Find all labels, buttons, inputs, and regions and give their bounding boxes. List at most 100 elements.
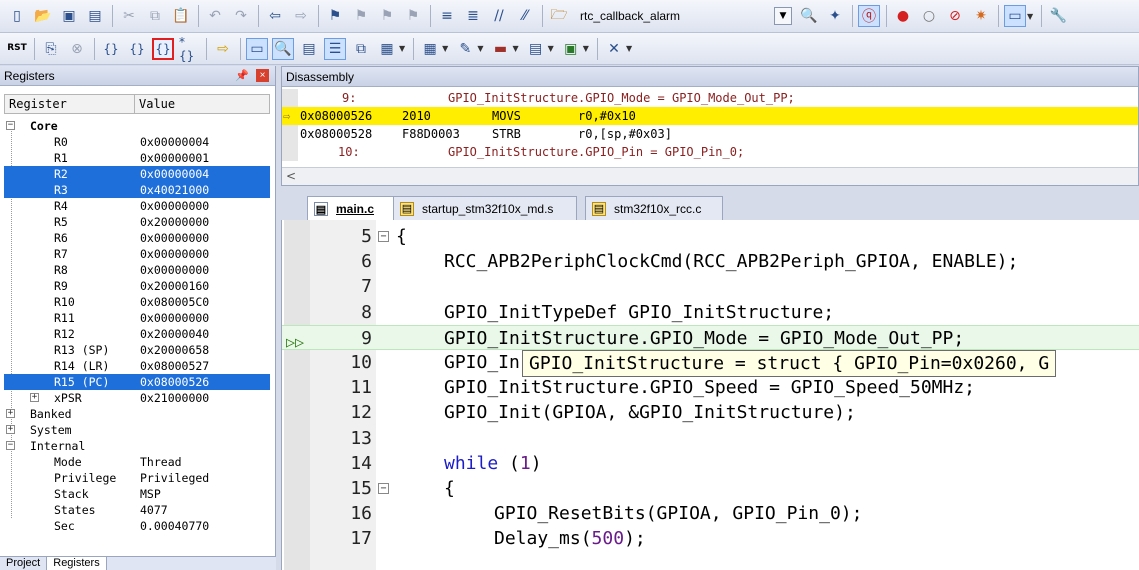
column-header-value[interactable]: Value: [135, 95, 175, 113]
navigate-back-icon[interactable]: ⇦: [264, 5, 286, 27]
register-value[interactable]: 0x00000001: [140, 151, 209, 165]
paste-icon[interactable]: 📋: [170, 5, 192, 27]
disassembly-listing[interactable]: 9: GPIO_InitStructure.GPIO_Mode = GPIO_M…: [282, 89, 1138, 161]
command-window-icon[interactable]: ▭: [246, 37, 268, 60]
register-value[interactable]: 0x00000000: [140, 263, 209, 277]
register-row[interactable]: R8 0x00000000: [4, 262, 270, 278]
chevron-down-icon[interactable]: ▼: [626, 44, 632, 53]
code-line[interactable]: 9 ▷▷ GPIO_InitStructure.GPIO_Mode = GPIO_M…: [282, 324, 1139, 351]
register-row[interactable]: R11 0x00000000: [4, 310, 270, 326]
chevron-down-icon[interactable]: ▼: [512, 44, 518, 53]
register-value[interactable]: 0x20000040: [140, 327, 209, 341]
window-layout-icon[interactable]: ▭: [1004, 5, 1026, 27]
reset-button[interactable]: RST: [6, 38, 28, 60]
bookmark-icon[interactable]: ⚑: [324, 5, 346, 27]
save-all-icon[interactable]: ▤: [84, 5, 106, 27]
chevron-down-icon[interactable]: ▼: [583, 44, 589, 53]
register-row[interactable]: R7 0x00000000: [4, 246, 270, 262]
code-editor[interactable]: 5−{6 RCC_APB2PeriphClockCmd(RCC_APB2Perip…: [281, 220, 1139, 570]
system-viewer-icon[interactable]: ▣: [560, 38, 582, 60]
tree-node-banked[interactable]: + Banked: [4, 406, 270, 422]
disassembly-window-icon[interactable]: 🔍: [272, 37, 294, 60]
chevron-down-icon[interactable]: ▼: [774, 7, 792, 25]
toolbox-icon[interactable]: ✕: [603, 38, 625, 60]
internal-row[interactable]: Privilege Privileged: [4, 470, 270, 486]
register-row[interactable]: R13 (SP) 0x20000658: [4, 342, 270, 358]
internal-row[interactable]: Mode Thread: [4, 454, 270, 470]
disassembly-source-line[interactable]: 10: GPIO_InitStructure.GPIO_Pin = GPIO_P…: [282, 143, 1138, 161]
register-value[interactable]: 0x08000526: [140, 375, 209, 389]
call-stack-icon[interactable]: ⧉: [350, 38, 372, 60]
next-bookmark-icon[interactable]: ⚑: [376, 5, 398, 27]
register-row[interactable]: R6 0x00000000: [4, 230, 270, 246]
register-value[interactable]: 0x20000000: [140, 215, 209, 229]
register-value[interactable]: 0x08000527: [140, 359, 209, 373]
register-value[interactable]: 0x00000000: [140, 199, 209, 213]
code-line[interactable]: 15− {: [282, 476, 1139, 501]
registers-window-icon[interactable]: ☰: [324, 37, 346, 60]
register-value[interactable]: 0x00000000: [140, 311, 209, 325]
register-value[interactable]: 0x20000160: [140, 279, 209, 293]
expand-icon[interactable]: +: [6, 409, 15, 418]
code-line[interactable]: 8 GPIO_InitTypeDef GPIO_InitStructure;: [282, 300, 1139, 325]
chevron-down-icon[interactable]: ▼: [399, 44, 405, 53]
step-into-icon[interactable]: {}: [100, 38, 122, 60]
code-line[interactable]: 6 RCC_APB2PeriphClockCmd(RCC_APB2Periph_G…: [282, 249, 1139, 274]
step-out-icon[interactable]: {}: [152, 37, 174, 60]
internal-row[interactable]: Sec 0.00040770: [4, 518, 270, 534]
code-line[interactable]: 5−{: [282, 224, 1139, 249]
internal-row[interactable]: Stack MSP: [4, 486, 270, 502]
unindent-icon[interactable]: ≣: [462, 5, 484, 27]
expand-icon[interactable]: +: [30, 393, 39, 402]
uncomment-icon[interactable]: ⁄⁄: [514, 5, 536, 27]
prev-bookmark-icon[interactable]: ⚑: [350, 5, 372, 27]
run-icon[interactable]: ⎘: [40, 38, 62, 60]
comment-icon[interactable]: //: [488, 5, 510, 27]
find-in-files-icon[interactable]: 🗁: [548, 5, 570, 27]
tree-node-system[interactable]: + System: [4, 422, 270, 438]
collapse-icon[interactable]: −: [6, 441, 15, 450]
register-row[interactable]: R9 0x20000160: [4, 278, 270, 294]
close-icon[interactable]: ×: [256, 69, 269, 82]
expand-icon[interactable]: +: [6, 425, 15, 434]
register-row[interactable]: R3 0x40021000: [4, 182, 270, 198]
disassembly-instruction[interactable]: 0x08000528 F88D0003 STRB r0,[sp,#0x03]: [282, 125, 1138, 143]
clear-bookmarks-icon[interactable]: ⚑: [402, 5, 424, 27]
new-file-icon[interactable]: ▯: [6, 5, 28, 27]
register-row[interactable]: R2 0x00000004: [4, 166, 270, 182]
code-line[interactable]: 12 GPIO_Init(GPIOA, &GPIO_InitStructure);: [282, 400, 1139, 425]
fold-icon[interactable]: −: [378, 231, 389, 242]
register-row[interactable]: + xPSR 0x21000000: [4, 390, 270, 406]
register-value[interactable]: 0x00000000: [140, 247, 209, 261]
register-row[interactable]: R1 0x00000001: [4, 150, 270, 166]
step-over-icon[interactable]: {}: [126, 38, 148, 60]
code-line[interactable]: 7: [282, 274, 1139, 299]
scroll-left-icon[interactable]: <: [286, 169, 296, 183]
register-row[interactable]: R15 (PC) 0x08000526: [4, 374, 270, 390]
chevron-down-icon[interactable]: ▼: [477, 44, 483, 53]
register-row[interactable]: R4 0x00000000: [4, 198, 270, 214]
debug-session-icon[interactable]: ⓠ: [858, 5, 880, 27]
cut-icon[interactable]: ✂: [118, 5, 140, 27]
column-header-register[interactable]: Register: [5, 95, 135, 113]
register-row[interactable]: R14 (LR) 0x08000527: [4, 358, 270, 374]
register-row[interactable]: R12 0x20000040: [4, 326, 270, 342]
undo-icon[interactable]: ↶: [204, 5, 226, 27]
redo-icon[interactable]: ↷: [230, 5, 252, 27]
run-to-cursor-icon[interactable]: *{}: [178, 35, 200, 63]
indent-icon[interactable]: ≡: [436, 5, 458, 27]
register-value[interactable]: 0x00000004: [140, 135, 209, 149]
register-value[interactable]: 0x20000658: [140, 343, 209, 357]
navigate-forward-icon[interactable]: ⇨: [290, 5, 312, 27]
disable-all-breakpoints-icon[interactable]: ⊘: [944, 5, 966, 27]
register-value[interactable]: 0x00000004: [140, 167, 209, 181]
internal-row[interactable]: States 4077: [4, 502, 270, 518]
stop-icon[interactable]: ⊗: [66, 38, 88, 60]
register-value[interactable]: 0x00000000: [140, 231, 209, 245]
collapse-icon[interactable]: −: [6, 121, 15, 130]
tab-startup-file[interactable]: ▤ startup_stm32f10x_md.s: [393, 196, 577, 220]
code-line[interactable]: 11 GPIO_InitStructure.GPIO_Speed = GPIO_S…: [282, 375, 1139, 400]
chevron-down-icon[interactable]: ▼: [548, 44, 554, 53]
target-select[interactable]: rtc_callback_alarm: [574, 5, 774, 27]
trace-window-icon[interactable]: ▤: [525, 38, 547, 60]
